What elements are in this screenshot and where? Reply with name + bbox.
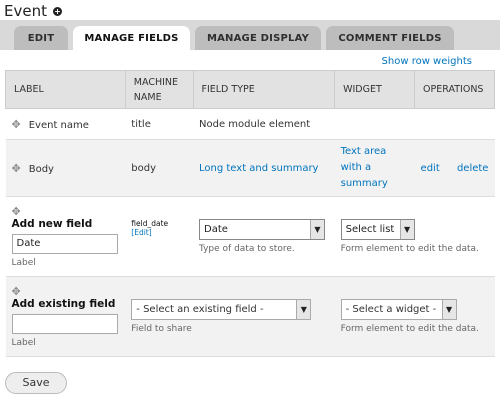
tab-comment-fields[interactable]: COMMENT FIELDS xyxy=(326,26,454,50)
delete-link[interactable]: delete xyxy=(457,163,489,174)
existing-field-select[interactable]: - Select an existing field - ▼ xyxy=(131,299,312,320)
save-button[interactable]: Save xyxy=(5,372,67,394)
tab-edit[interactable]: EDIT xyxy=(14,26,68,50)
add-shortcut-icon[interactable]: + xyxy=(52,6,62,16)
new-field-machine-name: field_date xyxy=(131,218,169,228)
field-type-desc: Type of data to store. xyxy=(199,244,295,254)
cell-existing-widget: - Select a widget - ▼ Form element to ed… xyxy=(334,276,495,357)
tabs-bar: EDIT MANAGE FIELDS MANAGE DISPLAY COMMEN… xyxy=(0,20,500,50)
add-existing-field-row: ✥ Add existing field Label - Select an e… xyxy=(5,276,495,357)
cell-new-label: ✥ Add new field Date Label xyxy=(5,196,126,277)
cell-existing-label: ✥ Add existing field Label xyxy=(5,276,126,357)
cell-new-widget: Select list ▼ Form element to edit the d… xyxy=(334,196,495,277)
header-widget: WIDGET xyxy=(334,70,416,109)
existing-field-label-input[interactable] xyxy=(11,314,118,334)
tab-manage-fields[interactable]: MANAGE FIELDS xyxy=(73,26,190,50)
page-title: Event xyxy=(4,2,47,20)
field-type-link[interactable]: Long text and summary xyxy=(199,163,318,174)
drag-handle-icon[interactable]: ✥ xyxy=(12,205,21,218)
dropdown-arrow-icon: ▼ xyxy=(310,220,324,239)
drag-handle-icon[interactable]: ✥ xyxy=(12,285,21,298)
cell-operations: edit delete xyxy=(414,139,495,197)
fields-table: LABEL MACHINE NAME FIELD TYPE WIDGET OPE… xyxy=(5,70,495,357)
existing-field-select-value: - Select an existing field - xyxy=(136,304,264,315)
widget-select-value: Select list xyxy=(345,224,395,235)
existing-field-desc: Field to share xyxy=(131,324,192,334)
edit-link[interactable]: edit xyxy=(421,163,440,174)
cell-machine-name: title xyxy=(125,108,193,140)
field-type-select-value: Date xyxy=(204,224,228,235)
dropdown-arrow-icon: ▼ xyxy=(441,300,456,319)
cell-widget: Text area with a summary xyxy=(334,139,415,197)
cell-field-type: Node module element xyxy=(193,108,335,140)
drag-handle-icon[interactable]: ✥ xyxy=(12,118,21,131)
row-label: Event name xyxy=(28,119,89,131)
header-label: LABEL xyxy=(5,70,126,109)
new-field-label-input[interactable]: Date xyxy=(11,234,118,254)
add-new-field-row: ✥ Add new field Date Label field_date [E… xyxy=(5,196,495,277)
existing-widget-select-value: - Select a widget - xyxy=(345,304,437,315)
header-machine-name-text: MACHINE NAME xyxy=(133,76,179,103)
cell-label: ✥ Event name xyxy=(5,108,126,140)
drag-handle-icon[interactable]: ✥ xyxy=(12,162,21,175)
show-row-weights-link[interactable]: Show row weights xyxy=(382,56,472,67)
title-bar: Event + xyxy=(4,0,62,22)
dropdown-arrow-icon: ▼ xyxy=(399,220,414,239)
dropdown-arrow-icon: ▼ xyxy=(296,300,311,319)
cell-operations xyxy=(414,108,495,140)
cell-new-machine-name: field_date [Edit] xyxy=(125,196,193,277)
existing-widget-desc: Form element to edit the data. xyxy=(340,324,479,334)
header-operations: OPERATIONS xyxy=(414,70,495,109)
widget-link[interactable]: Text area with a summary xyxy=(341,144,399,192)
cell-label: ✥ Body xyxy=(5,139,126,197)
table-header-row: LABEL MACHINE NAME FIELD TYPE WIDGET OPE… xyxy=(5,70,495,109)
machine-name-edit-link[interactable]: [Edit] xyxy=(131,228,151,237)
cell-field-type: Long text and summary xyxy=(193,139,335,197)
existing-field-label-caption: Label xyxy=(11,338,36,348)
field-type-select[interactable]: Date ▼ xyxy=(199,219,325,240)
widget-desc: Form element to edit the data. xyxy=(340,244,479,254)
cell-widget xyxy=(334,108,415,140)
existing-widget-select[interactable]: - Select a widget - ▼ xyxy=(340,299,457,320)
cell-machine-name: body xyxy=(125,139,193,197)
row-label: Body xyxy=(28,163,54,175)
table-row: ✥ Body body Long text and summary Text ar… xyxy=(5,139,495,197)
widget-select[interactable]: Select list ▼ xyxy=(340,219,415,240)
table-row: ✥ Event name title Node module element xyxy=(5,108,495,140)
cell-new-type: Date ▼ Type of data to store. xyxy=(193,196,335,277)
tab-manage-display[interactable]: MANAGE DISPLAY xyxy=(195,26,321,50)
cell-existing-field: - Select an existing field - ▼ Field to … xyxy=(125,276,335,357)
header-machine-name: MACHINE NAME xyxy=(124,70,194,109)
new-field-label-caption: Label xyxy=(11,258,36,268)
header-field-type: FIELD TYPE xyxy=(192,70,336,109)
add-existing-field-heading: Add existing field xyxy=(11,298,116,310)
add-new-field-heading: Add new field xyxy=(11,218,93,230)
